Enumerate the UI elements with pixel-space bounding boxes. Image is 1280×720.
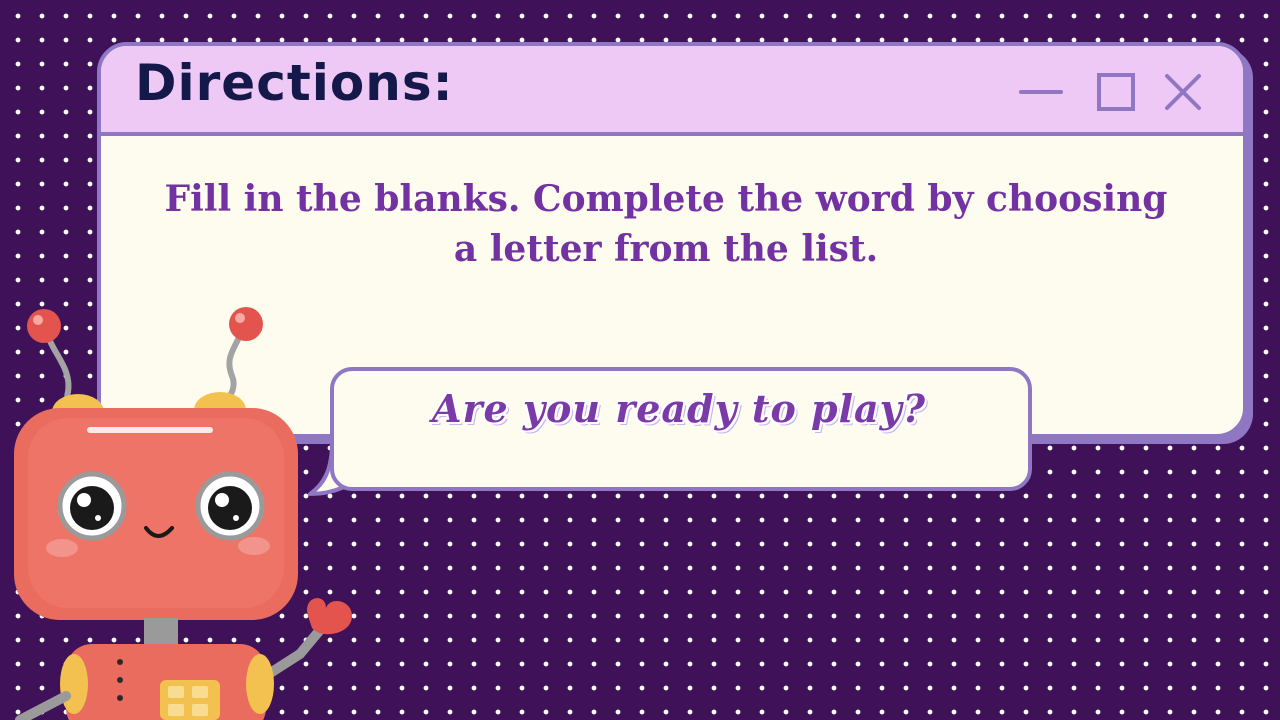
close-icon[interactable]: [1161, 72, 1205, 112]
window-title: Directions:: [135, 54, 454, 112]
robot-mascot: [14, 307, 352, 720]
directions-text: Fill in the blanks. Complete the word by…: [164, 178, 1168, 270]
speech-bubble: Are you ready to play?: [330, 367, 1032, 491]
window-titlebar: Directions:: [101, 46, 1243, 136]
maximize-icon[interactable]: [1095, 72, 1139, 112]
minimize-icon[interactable]: [1019, 72, 1063, 112]
speech-bubble-text: Are you ready to play?: [432, 386, 926, 431]
